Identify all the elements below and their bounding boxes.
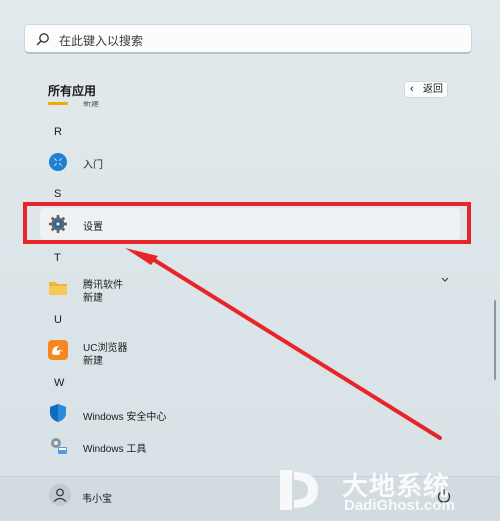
tools-icon <box>51 438 67 454</box>
app-item-intro[interactable]: 入门 <box>40 146 460 178</box>
back-button-label: 返回 <box>423 84 443 95</box>
user-avatar[interactable] <box>49 484 71 506</box>
all-apps-title: 所有应用 <box>48 84 97 98</box>
search-icon <box>36 33 49 46</box>
chevron-left-icon: ‹ <box>410 83 414 95</box>
folder-icon <box>49 282 67 295</box>
app-name: Windows 工具 <box>83 444 147 455</box>
app-name: 入门 <box>83 160 103 171</box>
letter-header-t[interactable]: T <box>54 252 61 264</box>
start-menu-panel: 在此键入以搜索 所有应用 ‹ 返回 新建 R 入门 S 设置 T 腾讯软件 新建… <box>0 0 500 521</box>
search-box[interactable]: 在此键入以搜索 <box>24 24 472 54</box>
app-item-windows-security[interactable]: Windows 安全中心 <box>40 397 460 429</box>
app-subtitle: 新建 <box>83 356 103 367</box>
shield-icon <box>50 404 66 422</box>
letter-header-w[interactable]: W <box>54 377 64 389</box>
letter-header-u[interactable]: U <box>54 314 62 326</box>
back-button[interactable]: ‹ 返回 <box>404 81 448 98</box>
user-name[interactable]: 韦小宝 <box>82 490 112 505</box>
app-folder-tencent[interactable]: 腾讯软件 新建 <box>40 272 460 304</box>
app-name: Windows 安全中心 <box>83 412 167 423</box>
letter-header-r[interactable]: R <box>54 126 62 138</box>
search-placeholder: 在此键入以搜索 <box>59 34 144 48</box>
watermark-text-en: DadiGhost.com <box>344 497 455 514</box>
chevron-down-icon[interactable] <box>440 276 450 284</box>
scrollbar-thumb[interactable] <box>494 300 496 380</box>
app-subtitle: 新建 <box>83 293 103 304</box>
user-icon <box>53 488 67 502</box>
clipped-app-label: 新建 <box>83 101 99 107</box>
letter-header-s[interactable]: S <box>54 188 61 200</box>
settings-highlight-box <box>23 202 471 244</box>
clipped-app-icon <box>48 102 68 105</box>
app-item-windows-tools[interactable]: Windows 工具 <box>40 429 460 461</box>
intro-icon <box>49 153 67 171</box>
app-item-uc-browser[interactable]: UC浏览器 新建 <box>40 334 460 367</box>
uc-browser-icon <box>48 340 68 360</box>
